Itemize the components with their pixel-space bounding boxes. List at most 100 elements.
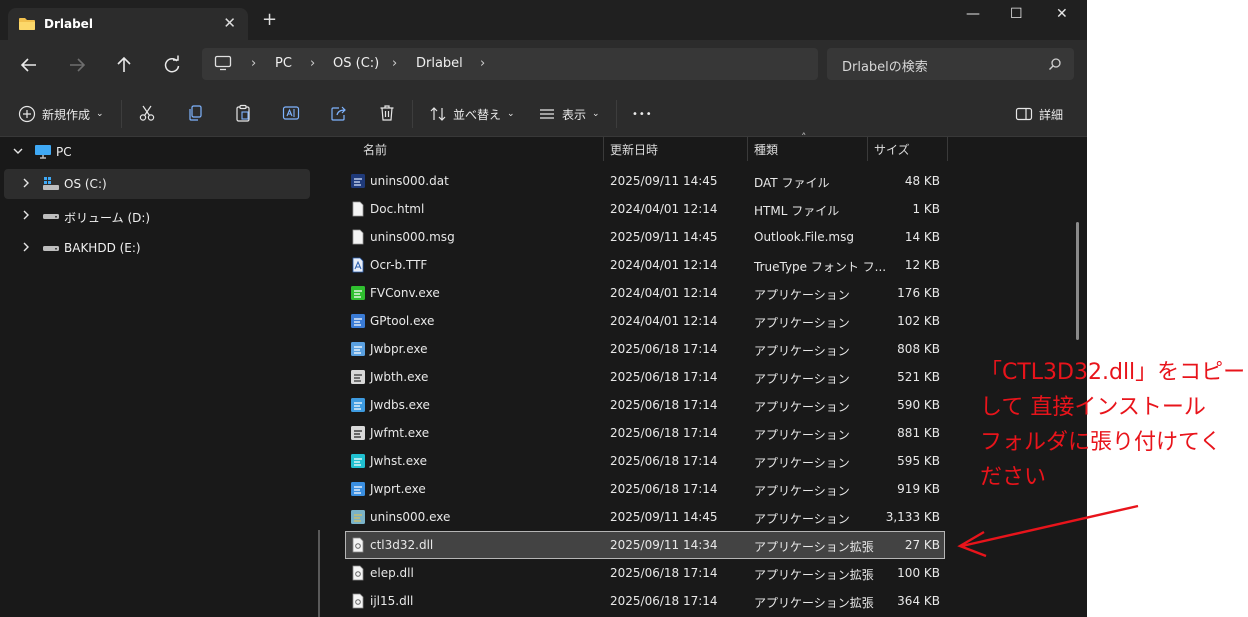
file-row[interactable]: Ocr-b.TTF 2024/04/01 12:14 TrueType フォント フ…	[346, 252, 944, 278]
file-row[interactable]: Jwprt.exe 2025/06/18 17:14 アプリケーション 919 KB	[346, 476, 944, 502]
file-row[interactable]: Jwhst.exe 2025/06/18 17:14 アプリケーション 595 KB	[346, 448, 944, 474]
breadcrumb-os-c[interactable]: OS (C:)	[333, 56, 379, 71]
column-header-date[interactable]: 更新日時	[610, 141, 658, 158]
column-divider[interactable]	[747, 137, 748, 161]
file-size: 102 KB	[897, 314, 940, 328]
paste-icon[interactable]	[234, 104, 252, 122]
file-date: 2025/09/11 14:45	[610, 174, 718, 188]
chevron-down-icon: ⌄	[592, 109, 600, 119]
file-row[interactable]: FVConv.exe 2024/04/01 12:14 アプリケーション 176 KB	[346, 280, 944, 306]
file-row[interactable]: unins000.dat 2025/09/11 14:45 DAT ファイル 48 K…	[346, 168, 944, 194]
maximize-button[interactable]: ☐	[1010, 6, 1023, 22]
file-row[interactable]: Jwdbs.exe 2025/06/18 17:14 アプリケーション 590 KB	[346, 392, 944, 418]
jwfmt-app-icon	[351, 426, 365, 440]
nav-item-volume-d[interactable]: ボリューム (D:)	[0, 201, 310, 231]
tab-drlabel[interactable]: Drlabel ✕	[8, 8, 248, 40]
html-file-icon	[352, 201, 364, 217]
file-row[interactable]: GPtool.exe 2024/04/01 12:14 アプリケーション 102 KB	[346, 308, 944, 334]
file-date: 2025/06/18 17:14	[610, 482, 718, 496]
chevron-right-icon[interactable]	[20, 177, 32, 189]
view-list-icon	[540, 109, 554, 119]
column-divider[interactable]	[947, 137, 948, 161]
dat-file-icon	[351, 174, 365, 188]
tab-close-icon[interactable]: ✕	[223, 14, 236, 32]
file-row[interactable]: Doc.html 2024/04/01 12:14 HTML ファイル 1 KB	[346, 196, 944, 222]
nav-item-pc[interactable]: PC	[0, 137, 310, 167]
file-type: アプリケーション	[754, 372, 850, 386]
file-name: Jwfmt.exe	[370, 426, 430, 440]
file-date: 2024/04/01 12:14	[610, 314, 718, 328]
more-options-button[interactable]: •••	[632, 104, 653, 124]
file-size: 590 KB	[897, 398, 940, 412]
divider	[616, 100, 617, 128]
windows-drive-icon	[43, 177, 59, 190]
breadcrumb-drlabel[interactable]: Drlabel	[416, 56, 463, 71]
share-icon[interactable]	[330, 104, 348, 122]
cut-icon[interactable]	[138, 104, 156, 122]
new-button[interactable]: 新規作成 ⌄	[18, 104, 104, 124]
jwbth-app-icon	[351, 370, 365, 384]
file-row[interactable]: Jwbth.exe 2025/06/18 17:14 アプリケーション 521 KB	[346, 364, 944, 390]
file-name: ctl3d32.dll	[370, 538, 434, 552]
file-size: 521 KB	[897, 370, 940, 384]
column-divider[interactable]	[867, 137, 868, 161]
nav-item-label: ボリューム (D:)	[64, 211, 151, 225]
rename-icon[interactable]	[282, 104, 300, 122]
address-input[interactable]	[202, 48, 818, 80]
delete-icon[interactable]	[378, 104, 396, 122]
file-type: アプリケーション	[754, 288, 850, 302]
file-name: GPtool.exe	[370, 314, 435, 328]
chevron-down-icon: ⌄	[96, 109, 104, 119]
pane-splitter[interactable]	[318, 530, 320, 617]
forward-arrow-icon[interactable]	[66, 54, 88, 76]
jwdbs-app-icon	[351, 398, 365, 412]
file-type: アプリケーション	[754, 400, 850, 414]
nav-item-os-c[interactable]: OS (C:)	[0, 169, 310, 199]
sort-button[interactable]: 並べ替え ⌄	[429, 104, 515, 124]
file-size: 14 KB	[904, 230, 940, 244]
file-row[interactable]: unins000.msg 2025/09/11 14:45 Outlook.File…	[346, 224, 944, 250]
file-size: 881 KB	[897, 426, 940, 440]
dll-file-icon	[352, 537, 364, 553]
file-size: 595 KB	[897, 454, 940, 468]
file-name: Jwbpr.exe	[370, 342, 428, 356]
drive-icon	[43, 214, 59, 219]
column-divider[interactable]	[603, 137, 604, 161]
nav-item-bakhdd-e[interactable]: BAKHDD (E:)	[0, 233, 310, 263]
file-size: 27 KB	[904, 538, 940, 552]
details-pane-button[interactable]: 詳細	[1015, 104, 1063, 124]
column-header-size[interactable]: サイズ	[874, 141, 910, 158]
file-row[interactable]: ctl3d32.dll 2025/09/11 14:34 アプリケーション拡張 27 …	[345, 531, 945, 559]
close-window-button[interactable]: ✕	[1056, 6, 1068, 22]
view-button[interactable]: 表示 ⌄	[538, 104, 600, 124]
new-tab-button[interactable]: +	[262, 11, 277, 29]
chevron-right-icon[interactable]	[20, 241, 32, 253]
file-name: Jwbth.exe	[370, 370, 429, 384]
chevron-down-icon[interactable]	[12, 145, 24, 157]
back-arrow-icon[interactable]	[18, 54, 40, 76]
file-date: 2025/09/11 14:34	[610, 538, 718, 552]
column-header-type[interactable]: 種類	[754, 141, 778, 158]
file-row[interactable]: Jwfmt.exe 2025/06/18 17:14 アプリケーション 881 KB	[346, 420, 944, 446]
file-date: 2024/04/01 12:14	[610, 258, 718, 272]
file-row[interactable]: Jwbpr.exe 2025/06/18 17:14 アプリケーション 808 KB	[346, 336, 944, 362]
file-name: Doc.html	[370, 202, 425, 216]
file-type: アプリケーション	[754, 512, 850, 526]
up-arrow-icon[interactable]	[113, 54, 135, 76]
scrollbar-thumb[interactable]	[1076, 222, 1079, 340]
copy-icon[interactable]	[186, 104, 204, 122]
file-row[interactable]: unins000.exe 2025/09/11 14:45 アプリケーション 3,13…	[346, 504, 944, 530]
breadcrumb-pc[interactable]: PC	[275, 56, 292, 71]
file-row[interactable]: elep.dll 2025/06/18 17:14 アプリケーション拡張 100 KB	[346, 560, 944, 586]
file-name: Jwdbs.exe	[370, 398, 430, 412]
minimize-button[interactable]: —	[966, 6, 980, 22]
column-header-name[interactable]: 名前	[363, 141, 387, 158]
search-input[interactable]: Drlabelの検索	[827, 48, 1074, 80]
file-row[interactable]: ijl15.dll 2025/06/18 17:14 アプリケーション拡張 364 K…	[346, 588, 944, 614]
file-size: 100 KB	[897, 566, 940, 580]
file-name: FVConv.exe	[370, 286, 440, 300]
file-date: 2024/04/01 12:14	[610, 202, 718, 216]
file-size: 176 KB	[897, 286, 940, 300]
refresh-icon[interactable]	[161, 54, 183, 76]
chevron-right-icon[interactable]	[20, 209, 32, 221]
